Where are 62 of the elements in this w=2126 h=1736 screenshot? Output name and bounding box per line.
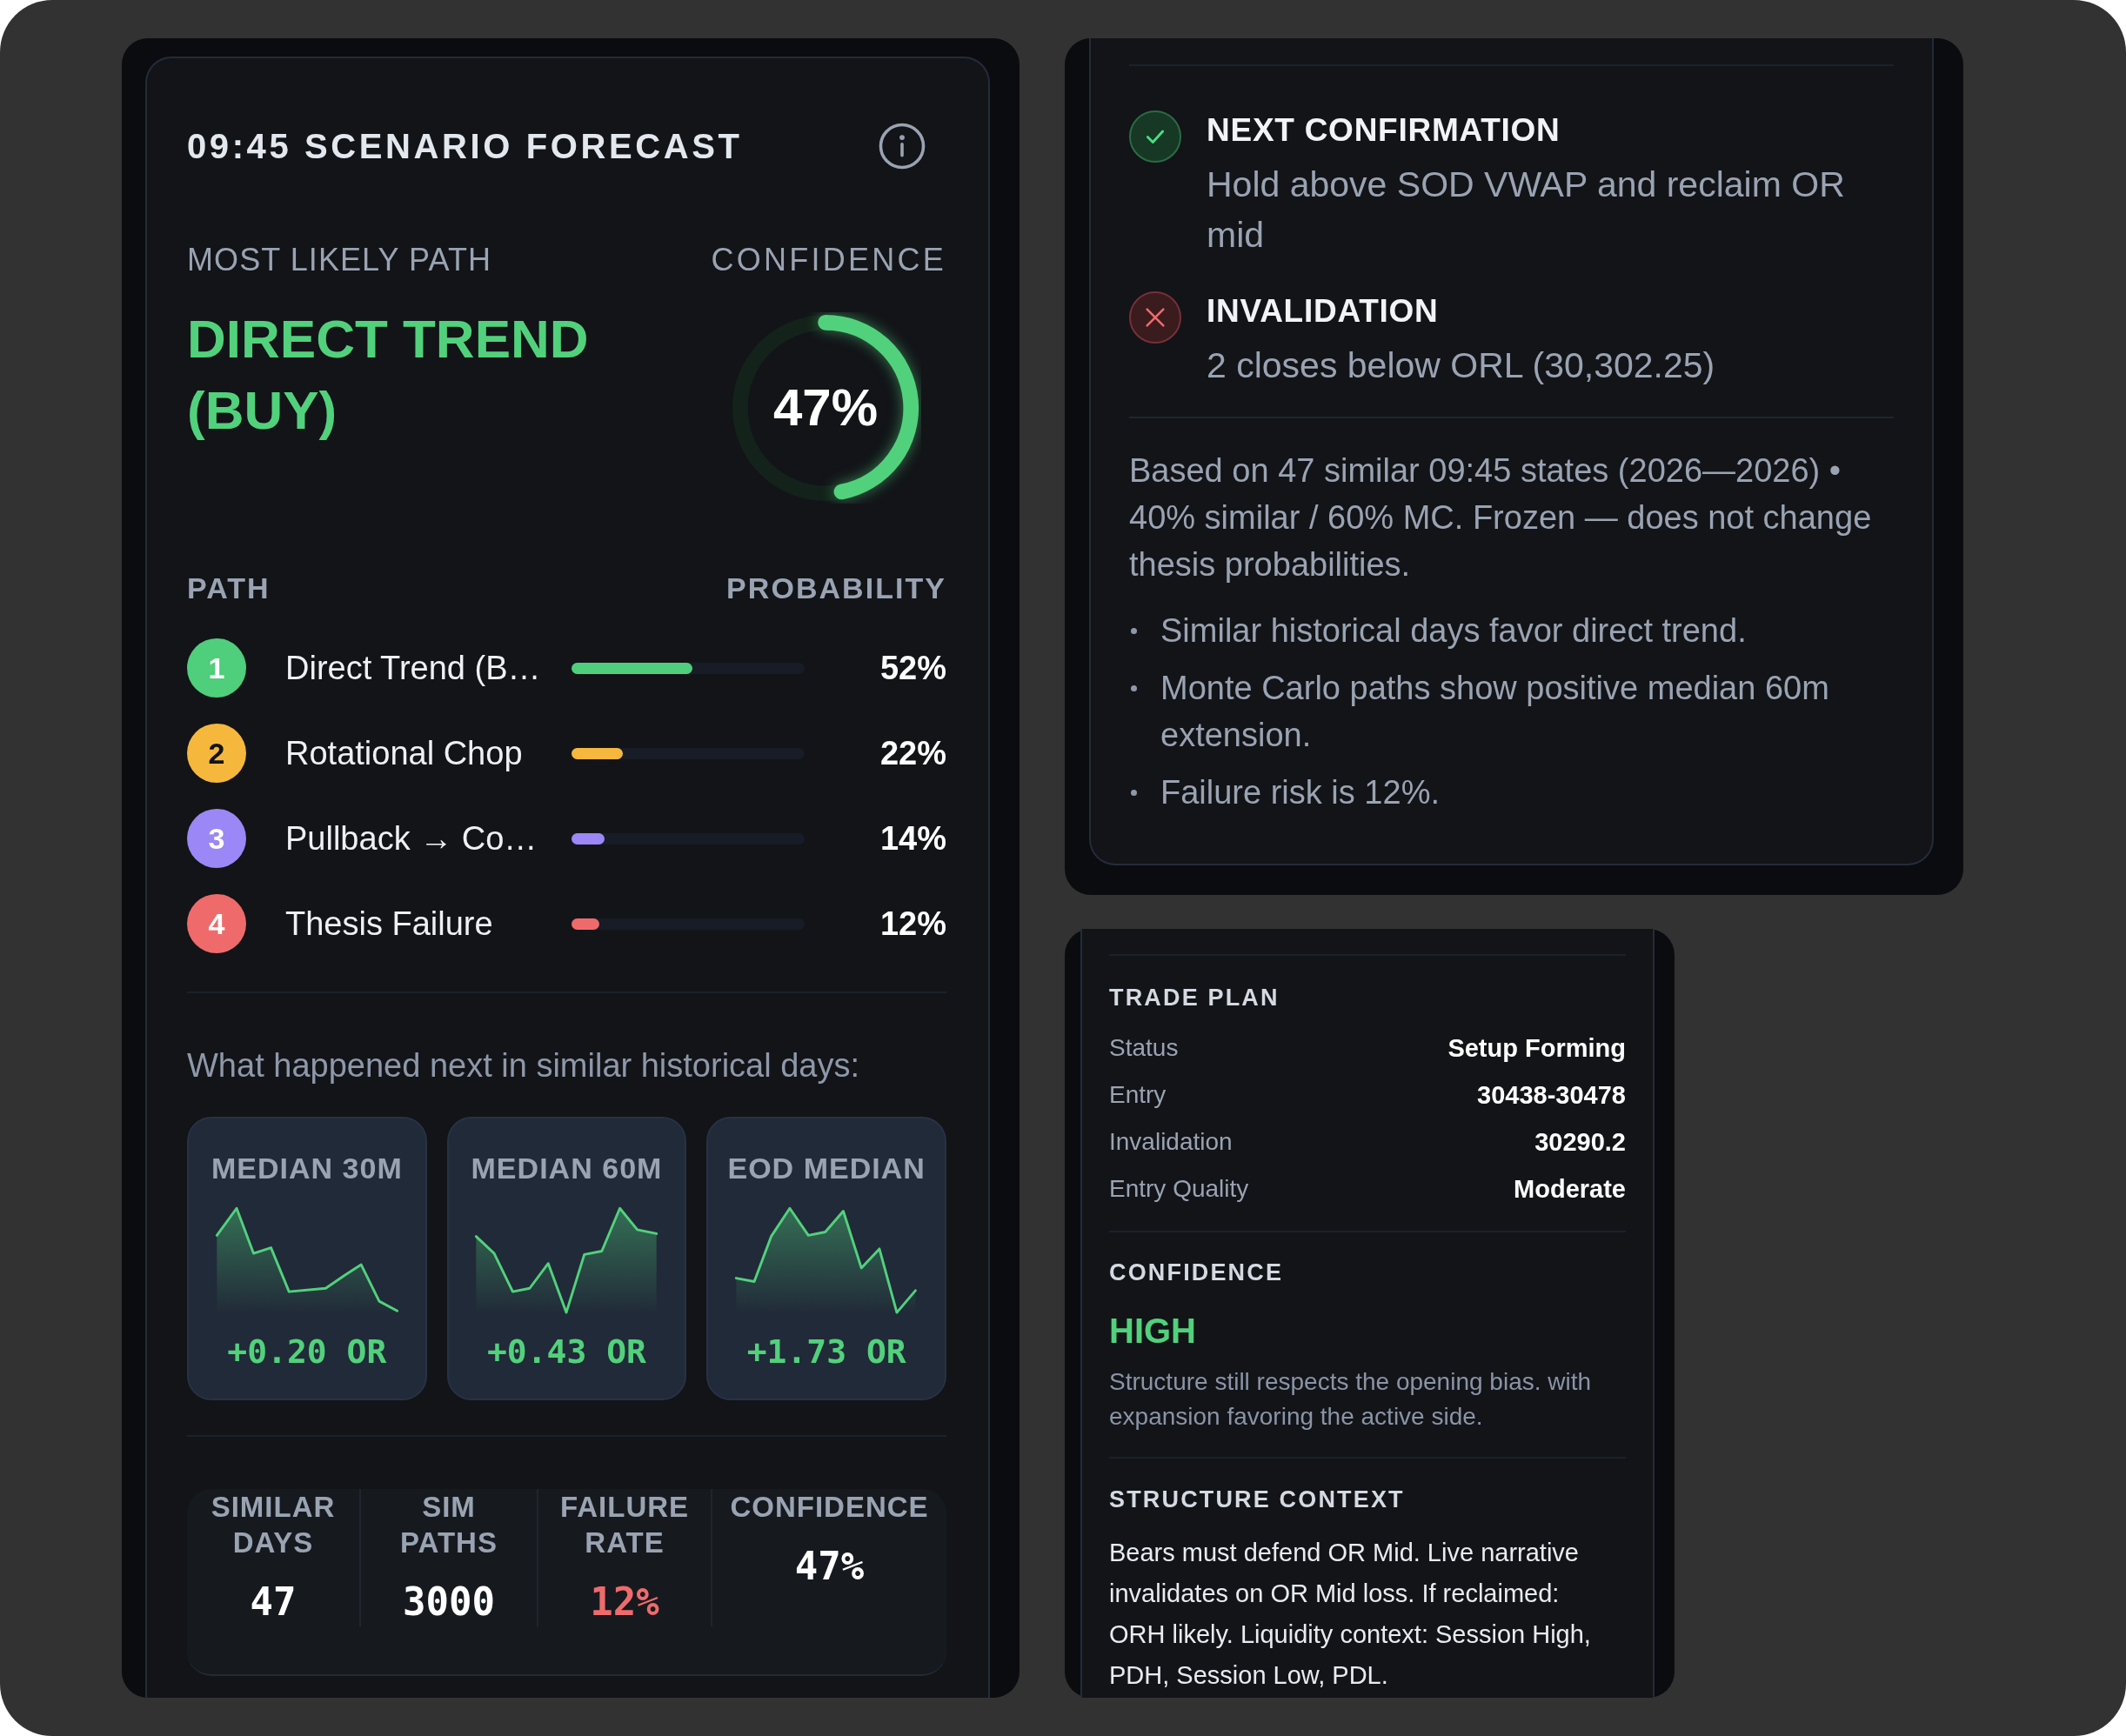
- field-label: Status: [1109, 1033, 1179, 1063]
- bullet-icon: [1131, 685, 1137, 691]
- bullet-text: Monte Carlo paths show positive median 60m extension.: [1160, 669, 1830, 755]
- stat-label: FAILURE RATE: [559, 1490, 690, 1560]
- section-title: CONFIDENCE: [1109, 1259, 1285, 1287]
- check-title: NEXT CONFIRMATION: [1207, 111, 1561, 150]
- path-name: Rotational Chop: [285, 735, 523, 771]
- section-title: STRUCTURE CONTEXT: [1109, 1486, 1406, 1514]
- column-header: PROBABILITY: [726, 571, 946, 606]
- probability-value: 12%: [879, 905, 946, 944]
- field-label: Invalidation: [1109, 1127, 1233, 1157]
- section-title: TRADE PLAN: [1109, 984, 1280, 1012]
- info-icon[interactable]: [879, 123, 926, 170]
- field-value: Setup Forming: [1447, 1033, 1626, 1064]
- field-label: Entry: [1109, 1080, 1167, 1110]
- stat-label: SIM PATHS: [400, 1490, 498, 1560]
- check-text: Hold above SOD VWAP and reclaim OR mid: [1207, 164, 1846, 257]
- field-label: Entry Quality: [1109, 1174, 1249, 1204]
- bullet-icon: [1131, 790, 1137, 796]
- bullet-icon: [1131, 628, 1137, 634]
- median-value: +1.73 OR: [746, 1332, 906, 1372]
- panel-title: 09:45 SCENARIO FORECAST: [187, 126, 743, 167]
- rank-badge: 3: [187, 809, 246, 868]
- gauge-value: 47%: [772, 379, 879, 437]
- path-name: Thesis Failure: [285, 905, 493, 942]
- tile-title: MEDIAN 30M: [211, 1151, 403, 1186]
- bullet-text: Similar historical days favor direct trend.: [1160, 611, 1747, 651]
- bullet-text: Failure risk is 12%.: [1160, 773, 1440, 812]
- stat-label: SIMILAR DAYS: [211, 1490, 336, 1560]
- rank-badge: 4: [187, 894, 246, 953]
- stat-label: CONFIDENCE: [730, 1490, 929, 1525]
- check-text: 2 closes below ORL (30,302.25): [1207, 344, 1715, 387]
- section-label: CONFIDENCE: [711, 241, 946, 279]
- history-heading: What happened next in similar historical days:: [187, 1046, 861, 1085]
- path-name: Direct Trend (B…: [285, 650, 541, 686]
- field-value: Moderate: [1514, 1174, 1626, 1205]
- field-value: 30438-30478: [1477, 1080, 1626, 1111]
- probability-value: 52%: [879, 649, 946, 688]
- confidence-note: Structure still respects the opening bias. with expansion favoring the active side.: [1109, 1367, 1593, 1432]
- tile-title: EOD MEDIAN: [727, 1151, 926, 1186]
- path-headline: DIRECT TREND (BUY): [187, 308, 590, 442]
- field-value: 30290.2: [1534, 1127, 1626, 1158]
- section-label: MOST LIKELY PATH: [187, 241, 493, 279]
- probability-value: 22%: [879, 734, 946, 773]
- confidence-level: HIGH: [1109, 1311, 1197, 1352]
- probability-value: 14%: [879, 819, 946, 858]
- path-name: Pullback → Co…: [285, 820, 538, 857]
- rank-badge: 1: [187, 638, 246, 698]
- median-value: +0.20 OR: [227, 1332, 387, 1372]
- stat-value: 3000: [403, 1579, 495, 1626]
- rank-badge: 2: [187, 724, 246, 783]
- check-icon: [1129, 110, 1181, 163]
- cross-icon: [1129, 291, 1181, 344]
- stat-value: 47%: [794, 1543, 865, 1590]
- stat-value: 47: [250, 1579, 297, 1626]
- check-title: INVALIDATION: [1207, 292, 1439, 331]
- column-header: PATH: [187, 571, 271, 606]
- context-text: Bears must defend OR Mid. Live narrative invalidates on OR Mid loss. If reclaimed: ORH likely. Liquidity context: Session High, PDH, Session Low, PDL.: [1109, 1538, 1592, 1691]
- tile-title: MEDIAN 60M: [471, 1151, 663, 1186]
- basis-text: Based on 47 similar 09:45 states (2026—2026) • 40% similar / 60% MC. Frozen — does not change thesis probabilities.: [1129, 451, 1873, 584]
- median-value: +0.43 OR: [486, 1332, 646, 1372]
- stat-value: 12%: [590, 1579, 659, 1626]
